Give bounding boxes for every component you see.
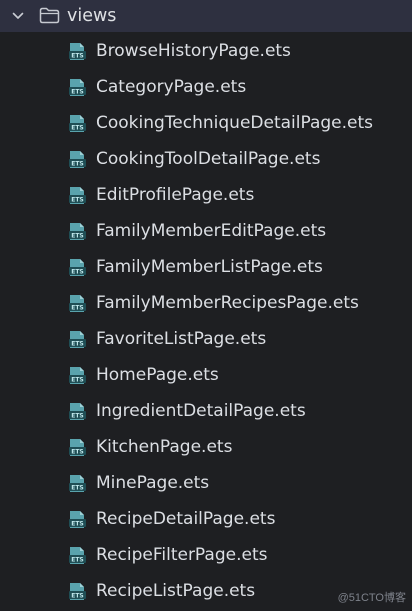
file-label: EditProfilePage.ets — [96, 185, 255, 205]
ets-icon-text: ETS — [71, 341, 84, 348]
file-row[interactable]: ETS CategoryPage.ets — [0, 69, 412, 105]
file-row[interactable]: ETS FamilyMemberRecipesPage.ets — [0, 285, 412, 321]
ets-icon-text: ETS — [71, 413, 84, 420]
ets-file-icon: ETS — [68, 582, 88, 601]
file-label: FamilyMemberRecipesPage.ets — [96, 293, 359, 313]
file-row[interactable]: ETS BrowseHistoryPage.ets — [0, 33, 412, 69]
file-label: CategoryPage.ets — [96, 77, 247, 97]
file-label: CookingToolDetailPage.ets — [96, 149, 321, 169]
ets-file-icon: ETS — [68, 258, 88, 277]
chevron-down-icon[interactable] — [12, 11, 24, 21]
file-row[interactable]: ETS MinePage.ets — [0, 465, 412, 501]
ets-icon-text: ETS — [71, 377, 84, 384]
file-row[interactable]: ETS RecipeDetailPage.ets — [0, 501, 412, 537]
file-row[interactable]: ETS IngredientDetailPage.ets — [0, 393, 412, 429]
file-row[interactable]: ETS CookingToolDetailPage.ets — [0, 141, 412, 177]
file-row[interactable]: ETS CookingTechniqueDetailPage.ets — [0, 105, 412, 141]
ets-icon-text: ETS — [71, 89, 84, 96]
folder-row-views[interactable]: views — [0, 0, 412, 32]
ets-file-icon: ETS — [68, 78, 88, 97]
ets-file-icon: ETS — [68, 402, 88, 421]
ets-icon-text: ETS — [71, 305, 84, 312]
ets-file-icon: ETS — [68, 114, 88, 133]
file-row[interactable]: ETS KitchenPage.ets — [0, 429, 412, 465]
ets-file-icon: ETS — [68, 42, 88, 61]
ets-file-icon: ETS — [68, 510, 88, 529]
file-label: IngredientDetailPage.ets — [96, 401, 306, 421]
file-row[interactable]: ETS FavoriteListPage.ets — [0, 321, 412, 357]
ets-file-icon: ETS — [68, 186, 88, 205]
folder-label: views — [67, 6, 117, 26]
file-label: FamilyMemberListPage.ets — [96, 257, 323, 277]
ets-file-icon: ETS — [68, 294, 88, 313]
ets-icon-text: ETS — [71, 593, 84, 600]
file-label: FamilyMemberEditPage.ets — [96, 221, 327, 241]
project-tree: views ETS BrowseHistoryPage.ets ETS Categor… — [0, 0, 412, 611]
ets-file-icon: ETS — [68, 546, 88, 565]
ets-file-icon: ETS — [68, 222, 88, 241]
file-label: CookingTechniqueDetailPage.ets — [96, 113, 374, 133]
ets-icon-text: ETS — [71, 521, 84, 528]
file-row[interactable]: ETS EditProfilePage.ets — [0, 177, 412, 213]
ets-icon-text: ETS — [71, 233, 84, 240]
file-row[interactable]: ETS RecipeFilterPage.ets — [0, 537, 412, 573]
ets-icon-text: ETS — [71, 161, 84, 168]
file-label: MinePage.ets — [96, 473, 210, 493]
file-label: FavoriteListPage.ets — [96, 329, 267, 349]
ets-icon-text: ETS — [71, 449, 84, 456]
file-label: RecipeDetailPage.ets — [96, 509, 276, 529]
ets-icon-text: ETS — [71, 197, 84, 204]
folder-icon — [39, 7, 60, 24]
file-row[interactable]: ETS HomePage.ets — [0, 357, 412, 393]
ets-icon-text: ETS — [71, 269, 84, 276]
ets-icon-text: ETS — [71, 53, 84, 60]
ets-file-icon: ETS — [68, 150, 88, 169]
file-label: HomePage.ets — [96, 365, 219, 385]
file-label: BrowseHistoryPage.ets — [96, 41, 291, 61]
watermark: @51CTO博客 — [337, 592, 406, 604]
file-label: RecipeListPage.ets — [96, 581, 256, 601]
ets-icon-text: ETS — [71, 125, 84, 132]
file-row[interactable]: ETS FamilyMemberListPage.ets — [0, 249, 412, 285]
ets-file-icon: ETS — [68, 438, 88, 457]
file-label: KitchenPage.ets — [96, 437, 233, 457]
ets-file-icon: ETS — [68, 366, 88, 385]
file-row[interactable]: ETS FamilyMemberEditPage.ets — [0, 213, 412, 249]
file-label: RecipeFilterPage.ets — [96, 545, 268, 565]
ets-file-icon: ETS — [68, 474, 88, 493]
ets-file-icon: ETS — [68, 330, 88, 349]
ets-icon-text: ETS — [71, 557, 84, 564]
ets-icon-text: ETS — [71, 485, 84, 492]
